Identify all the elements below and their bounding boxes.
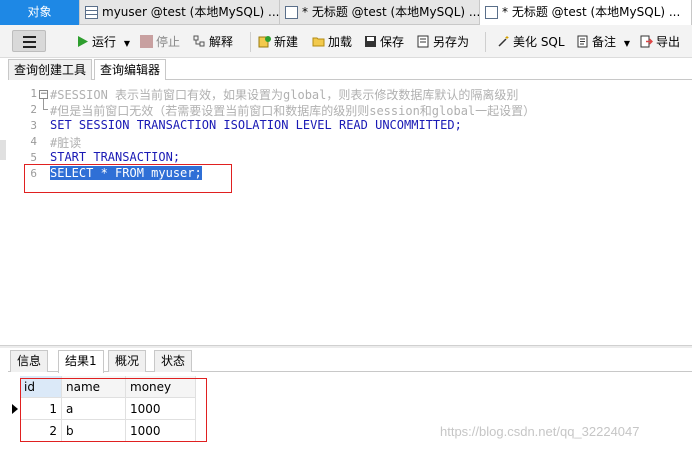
beautify-sql-button[interactable]: 美化 SQL xyxy=(497,33,565,51)
tab-label: * 无标题 @test (本地MySQL) ... xyxy=(302,5,480,19)
stop-icon xyxy=(140,35,153,48)
fold-toggle-icon[interactable]: − xyxy=(39,90,48,99)
magic-wand-icon xyxy=(498,36,509,47)
export-icon xyxy=(640,35,653,48)
line-number: 1 xyxy=(30,87,37,100)
code-line-comment: #但是当前窗口无效（若需要设置当前窗口和数据库的级别则session和globa… xyxy=(50,104,536,118)
highlight-box-results xyxy=(20,378,207,442)
save-button[interactable]: 保存 xyxy=(364,33,404,51)
line-number: 2 xyxy=(30,103,37,116)
folder-icon xyxy=(312,37,325,47)
tab-untitled-query-2[interactable]: * 无标题 @test (本地MySQL) ... xyxy=(480,0,692,25)
query-icon xyxy=(285,6,298,19)
highlight-box-select xyxy=(24,164,232,193)
tab-untitled-query-1[interactable]: * 无标题 @test (本地MySQL) ... xyxy=(280,0,480,25)
tab-objects[interactable]: 对象 xyxy=(0,0,80,25)
save-icon xyxy=(365,36,376,47)
line-number: 5 xyxy=(30,151,37,164)
tab-info[interactable]: 信息 xyxy=(10,350,49,372)
query-toolbar: 运行 ▼ 停止 解释 新建 加载 保存 另存为 美化 SQL 备注 ▼ 导出 xyxy=(0,25,692,58)
run-button[interactable]: 运行 ▼ xyxy=(76,33,130,51)
line-number: 4 xyxy=(30,135,37,148)
code-line-start-transaction: START TRANSACTION; xyxy=(50,150,181,164)
load-button[interactable]: 加载 xyxy=(312,33,352,51)
editor-mode-tabs: 查询创建工具 查询编辑器 xyxy=(8,58,692,81)
code-line-set-isolation: SET SESSION TRANSACTION ISOLATION LEVEL … xyxy=(50,118,462,132)
play-icon xyxy=(78,36,88,47)
tab-label: * 无标题 @test (本地MySQL) ... xyxy=(502,5,681,19)
code-line-comment: #SESSION 表示当前窗口有效，如果设置为global，则表示修改数据库默认… xyxy=(50,88,519,102)
tab-status[interactable]: 状态 xyxy=(154,350,193,372)
panel-splitter[interactable] xyxy=(0,345,692,348)
tab-profile[interactable]: 概况 xyxy=(108,350,147,372)
notes-button[interactable]: 备注 ▼ xyxy=(576,33,630,51)
code-line-comment: #脏读 xyxy=(50,136,82,150)
export-button[interactable]: 导出 xyxy=(640,33,680,51)
chevron-down-icon[interactable]: ▼ xyxy=(124,39,130,48)
tab-query-builder[interactable]: 查询创建工具 xyxy=(8,59,93,80)
document-tab-bar: 对象 myuser @test (本地MySQL) ... * 无标题 @tes… xyxy=(0,0,692,25)
hamburger-menu-button[interactable] xyxy=(12,30,46,52)
tab-query-editor[interactable]: 查询编辑器 xyxy=(94,59,167,81)
line-number: 3 xyxy=(30,119,37,132)
stop-button[interactable]: 停止 xyxy=(140,33,180,51)
watermark-text: https://blog.csdn.net/qq_32224047 xyxy=(440,424,640,439)
notes-icon xyxy=(577,35,588,48)
chevron-down-icon[interactable]: ▼ xyxy=(624,39,630,48)
query-icon xyxy=(485,6,498,19)
save-as-button[interactable]: 另存为 xyxy=(417,33,469,51)
toolbar-separator xyxy=(485,32,486,52)
table-icon xyxy=(85,6,98,19)
explain-icon xyxy=(193,35,205,47)
toolbar-separator xyxy=(250,32,251,52)
side-scroll-indicator xyxy=(0,140,6,160)
new-button[interactable]: 新建 xyxy=(258,33,298,51)
sql-editor[interactable]: 1 2 3 4 5 6 − #SESSION 表示当前窗口有效，如果设置为glo… xyxy=(8,80,692,345)
tab-myuser-table[interactable]: myuser @test (本地MySQL) ... xyxy=(80,0,280,25)
explain-button[interactable]: 解释 xyxy=(193,33,233,51)
fold-guide xyxy=(43,109,48,110)
current-row-indicator-icon xyxy=(12,404,18,414)
save-as-icon xyxy=(417,35,429,48)
tab-result-1[interactable]: 结果1 xyxy=(58,350,104,373)
result-tabs: 信息 结果1 概况 状态 xyxy=(8,349,692,373)
new-query-icon xyxy=(258,36,271,48)
fold-guide xyxy=(43,99,44,109)
tab-label: myuser @test (本地MySQL) ... xyxy=(102,5,280,19)
